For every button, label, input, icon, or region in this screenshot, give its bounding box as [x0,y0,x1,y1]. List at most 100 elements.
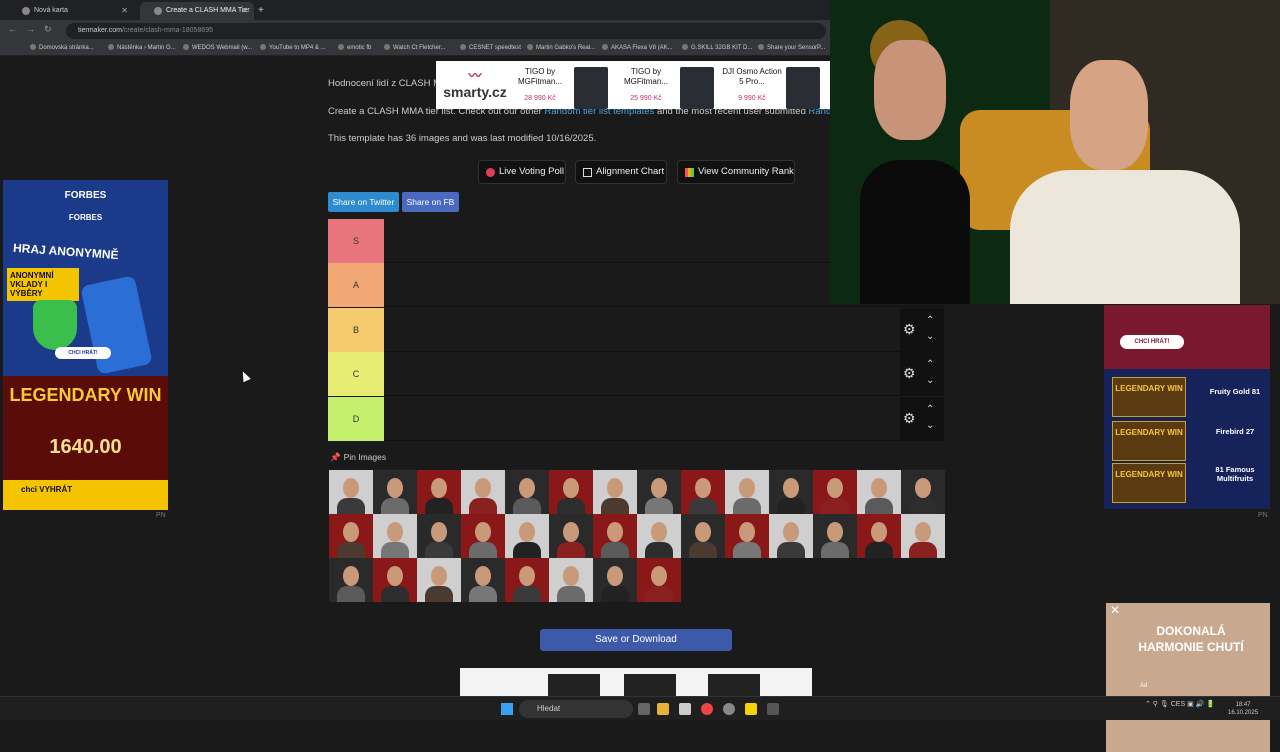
ad-product-2[interactable]: TIGO by MGFitman... 25 990 Kč [614,67,734,109]
community-rank-button[interactable]: View Community Rank [677,160,795,184]
game-thumb-3[interactable]: LEGENDARY WIN [1112,463,1186,503]
app-icon[interactable] [723,703,735,715]
bookmark-item[interactable]: Martin Gabko's Real... [527,44,595,51]
smarty-banner-ad[interactable]: 〰 smarty.cz TIGO by MGFitman... 28 990 Kč… [436,61,830,109]
share-twitter-button[interactable]: Share on Twitter [328,192,399,212]
clock[interactable]: 18:47 16.10.2025 [1228,701,1258,717]
fighter-image[interactable] [769,514,813,558]
game-thumb-2[interactable]: LEGENDARY WIN [1112,421,1186,461]
chevron-down-icon[interactable]: ⌄ [926,376,934,386]
app-icon[interactable] [767,703,779,715]
bookmark-item[interactable]: G.SKILL 32GB KIT D... [682,44,752,51]
bookmark-item[interactable]: AKASA Flexa V8 (AK... [602,44,673,51]
fighter-image[interactable] [461,470,505,514]
share-fb-button[interactable]: Share on FB [402,192,459,212]
fighter-image[interactable] [329,558,373,602]
alignment-chart-button[interactable]: Alignment Chart [575,160,667,184]
fighter-image[interactable] [417,558,461,602]
live-voting-poll-button[interactable]: Live Voting Poll [478,160,566,184]
save-download-button[interactable]: Save or Download [540,629,732,651]
ad-cta-small[interactable]: CHCI HRÁT! [55,347,111,359]
bookmark-item[interactable]: WEDOS Webmail (w... [183,44,252,51]
close-icon[interactable]: ✕ [1110,603,1120,617]
bookmark-item[interactable]: Share your SensorP... [758,44,825,51]
chevron-down-icon[interactable]: ⌄ [926,421,934,431]
forward-icon[interactable]: → [26,24,35,34]
fighter-image[interactable] [681,514,725,558]
tier-label[interactable]: A [328,263,384,307]
file-explorer-icon[interactable] [657,703,669,715]
tier-label[interactable]: B [328,308,384,352]
tab-tiermaker[interactable]: Create a CLASH MMA Tier List ✕ [140,2,254,32]
fighter-image[interactable] [329,470,373,514]
notes-icon[interactable] [745,703,757,715]
task-view-icon[interactable] [638,703,650,715]
game-thumb-1[interactable]: LEGENDARY WIN [1112,377,1186,417]
bookmark-item[interactable]: Domovská stránka... [30,44,94,51]
gear-icon[interactable]: ⚙ [903,366,917,380]
bottom-banner-ad[interactable] [460,668,812,696]
fighter-image[interactable] [681,470,725,514]
close-tab-icon[interactable]: ✕ [121,2,128,20]
tab-new[interactable]: Nová karta ✕ [8,2,134,20]
tier-row-c[interactable]: C ⚙ ⌃ ⌄ [328,352,944,396]
fighter-image[interactable] [329,514,373,558]
new-tab-button[interactable]: + [258,2,272,20]
fighter-image[interactable] [637,470,681,514]
fighter-image[interactable] [373,558,417,602]
store-icon[interactable] [679,703,691,715]
tier-row-d[interactable]: D ⚙ ⌃ ⌄ [328,397,944,441]
ad-product-1[interactable]: TIGO by MGFitman... 28 990 Kč [508,67,628,109]
fighter-image[interactable] [505,470,549,514]
fighter-image[interactable] [813,514,857,558]
tier-label[interactable]: C [328,352,384,396]
fighter-image[interactable] [769,470,813,514]
chevron-up-icon[interactable]: ⌃ [926,316,934,326]
pin-images-toggle[interactable]: 📌 Pin Images [330,452,386,463]
fighter-image[interactable] [725,470,769,514]
fighter-image[interactable] [505,558,549,602]
windows-start-icon[interactable] [501,703,513,715]
fighter-image[interactable] [901,470,945,514]
bookmark-item[interactable]: Nástěnka › Martin G... [108,44,176,51]
tier-label[interactable]: D [328,397,384,441]
chevron-down-icon[interactable]: ⌄ [926,332,934,342]
fighter-image[interactable] [637,558,681,602]
fighter-image[interactable] [549,558,593,602]
system-tray[interactable]: ⌃ ⚲ 🎙 CES ▣ 🔊 🔋 [1145,700,1215,708]
bookmark-item[interactable]: emotic fb [338,44,371,51]
bookmark-item[interactable]: CESNET speedtest [460,44,521,51]
corner-video-ad[interactable]: ✕ DOKONALÁ HARMONIE CHUTÍ Ad [1106,603,1270,752]
ad-cta-button[interactable]: CHCI HRÁT! [1120,335,1184,349]
fighter-image[interactable] [593,470,637,514]
tier-row-b[interactable]: B ⚙ ⌃ ⌄ [328,308,944,352]
fighter-image[interactable] [857,514,901,558]
fighter-image[interactable] [505,514,549,558]
url-field[interactable]: tiermaker.com/create/clash-mma-18058695 [66,23,826,39]
fighter-image[interactable] [549,470,593,514]
fighter-image[interactable] [417,470,461,514]
fighter-image[interactable] [373,470,417,514]
fighter-image[interactable] [593,514,637,558]
fighter-image[interactable] [813,470,857,514]
fighter-image[interactable] [857,470,901,514]
fighter-image[interactable] [593,558,637,602]
fighter-image[interactable] [901,514,945,558]
fighter-image[interactable] [461,514,505,558]
gear-icon[interactable]: ⚙ [903,411,917,425]
ad-cta-button[interactable]: chci VYHRÁT [3,480,168,510]
gear-icon[interactable]: ⚙ [903,322,917,336]
chrome-icon[interactable] [701,703,713,715]
fighter-image[interactable] [549,514,593,558]
close-tab-icon[interactable]: ✕ [241,2,248,20]
ad-product-3[interactable]: DJI Osmo Action 5 Pro... 9 990 Kč [720,67,840,109]
fighter-image[interactable] [373,514,417,558]
chevron-up-icon[interactable]: ⌃ [926,405,934,415]
fighter-image[interactable] [461,558,505,602]
reload-icon[interactable]: ↻ [44,24,52,35]
chevron-up-icon[interactable]: ⌃ [926,360,934,370]
fighter-image[interactable] [417,514,461,558]
fighter-image[interactable] [637,514,681,558]
tier-label[interactable]: S [328,219,384,263]
back-icon[interactable]: ← [8,24,17,34]
